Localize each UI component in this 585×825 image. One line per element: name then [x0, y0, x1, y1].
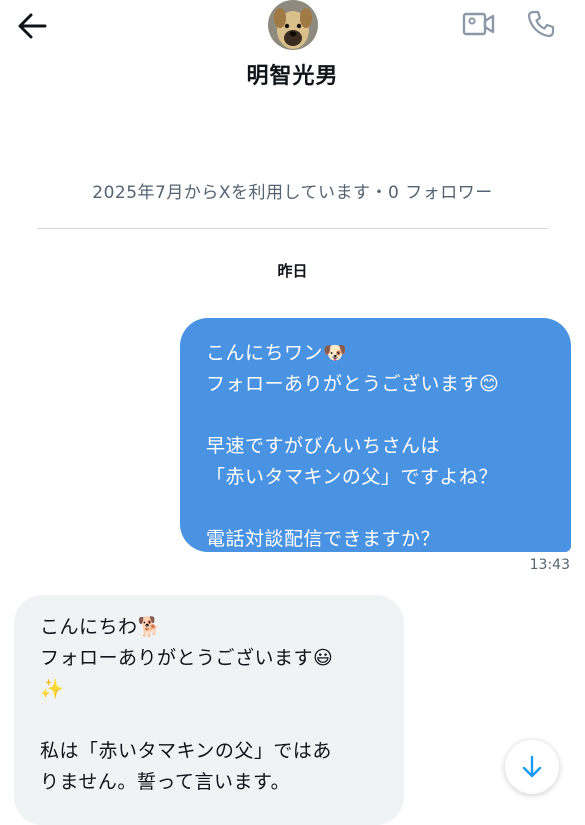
conversation-header: 明智光男 — [0, 0, 585, 110]
message-line: 早速ですがびんいちさんは — [206, 435, 441, 457]
message-line-blank — [40, 705, 386, 736]
avatar[interactable] — [268, 0, 318, 50]
message-line: こんにちワン🐶 — [206, 342, 348, 364]
message-timestamp: 13:43 — [529, 557, 570, 573]
message-line-blank — [206, 400, 553, 431]
scroll-to-bottom-button[interactable] — [505, 740, 559, 794]
message-line: ✨ — [40, 678, 65, 700]
dog-avatar-image — [268, 0, 318, 50]
back-button[interactable] — [14, 8, 50, 44]
divider — [37, 228, 548, 229]
message-line-blank — [206, 493, 553, 524]
arrow-left-icon — [18, 13, 47, 39]
message-line: こんにちわ🐕 — [40, 616, 162, 638]
message-line: 私は「赤いタマキンの父」ではあ — [40, 740, 332, 762]
message-line: 「赤いタマキンの父」ですよね？ — [206, 466, 498, 488]
message-line: フォローありがとうございます😃 — [40, 647, 334, 669]
profile-info-text: 2025年7月からXを利用しています・0 フォロワー — [92, 183, 493, 203]
phone-call-button[interactable] — [523, 6, 559, 42]
date-separator: 昨日 — [277, 262, 308, 280]
video-call-button[interactable] — [460, 8, 498, 40]
outgoing-message-bubble[interactable]: こんにちワン🐶 フォローありがとうございます😊 早速ですがびんいちさんは 「赤い… — [180, 318, 571, 552]
arrow-down-icon — [522, 755, 542, 778]
incoming-message-bubble[interactable]: こんにちわ🐕 フォローありがとうございます😃 ✨ 私は「赤いタマキンの父」ではあ… — [14, 595, 404, 825]
contact-name: 明智光男 — [246, 64, 339, 89]
message-line: フォローありがとうございます😊 — [206, 373, 500, 395]
message-line: 電話対談配信できますか？ — [206, 528, 441, 550]
message-line: りません。誓って言います。 — [40, 771, 291, 793]
video-camera-icon — [462, 12, 495, 36]
phone-icon — [527, 10, 555, 38]
